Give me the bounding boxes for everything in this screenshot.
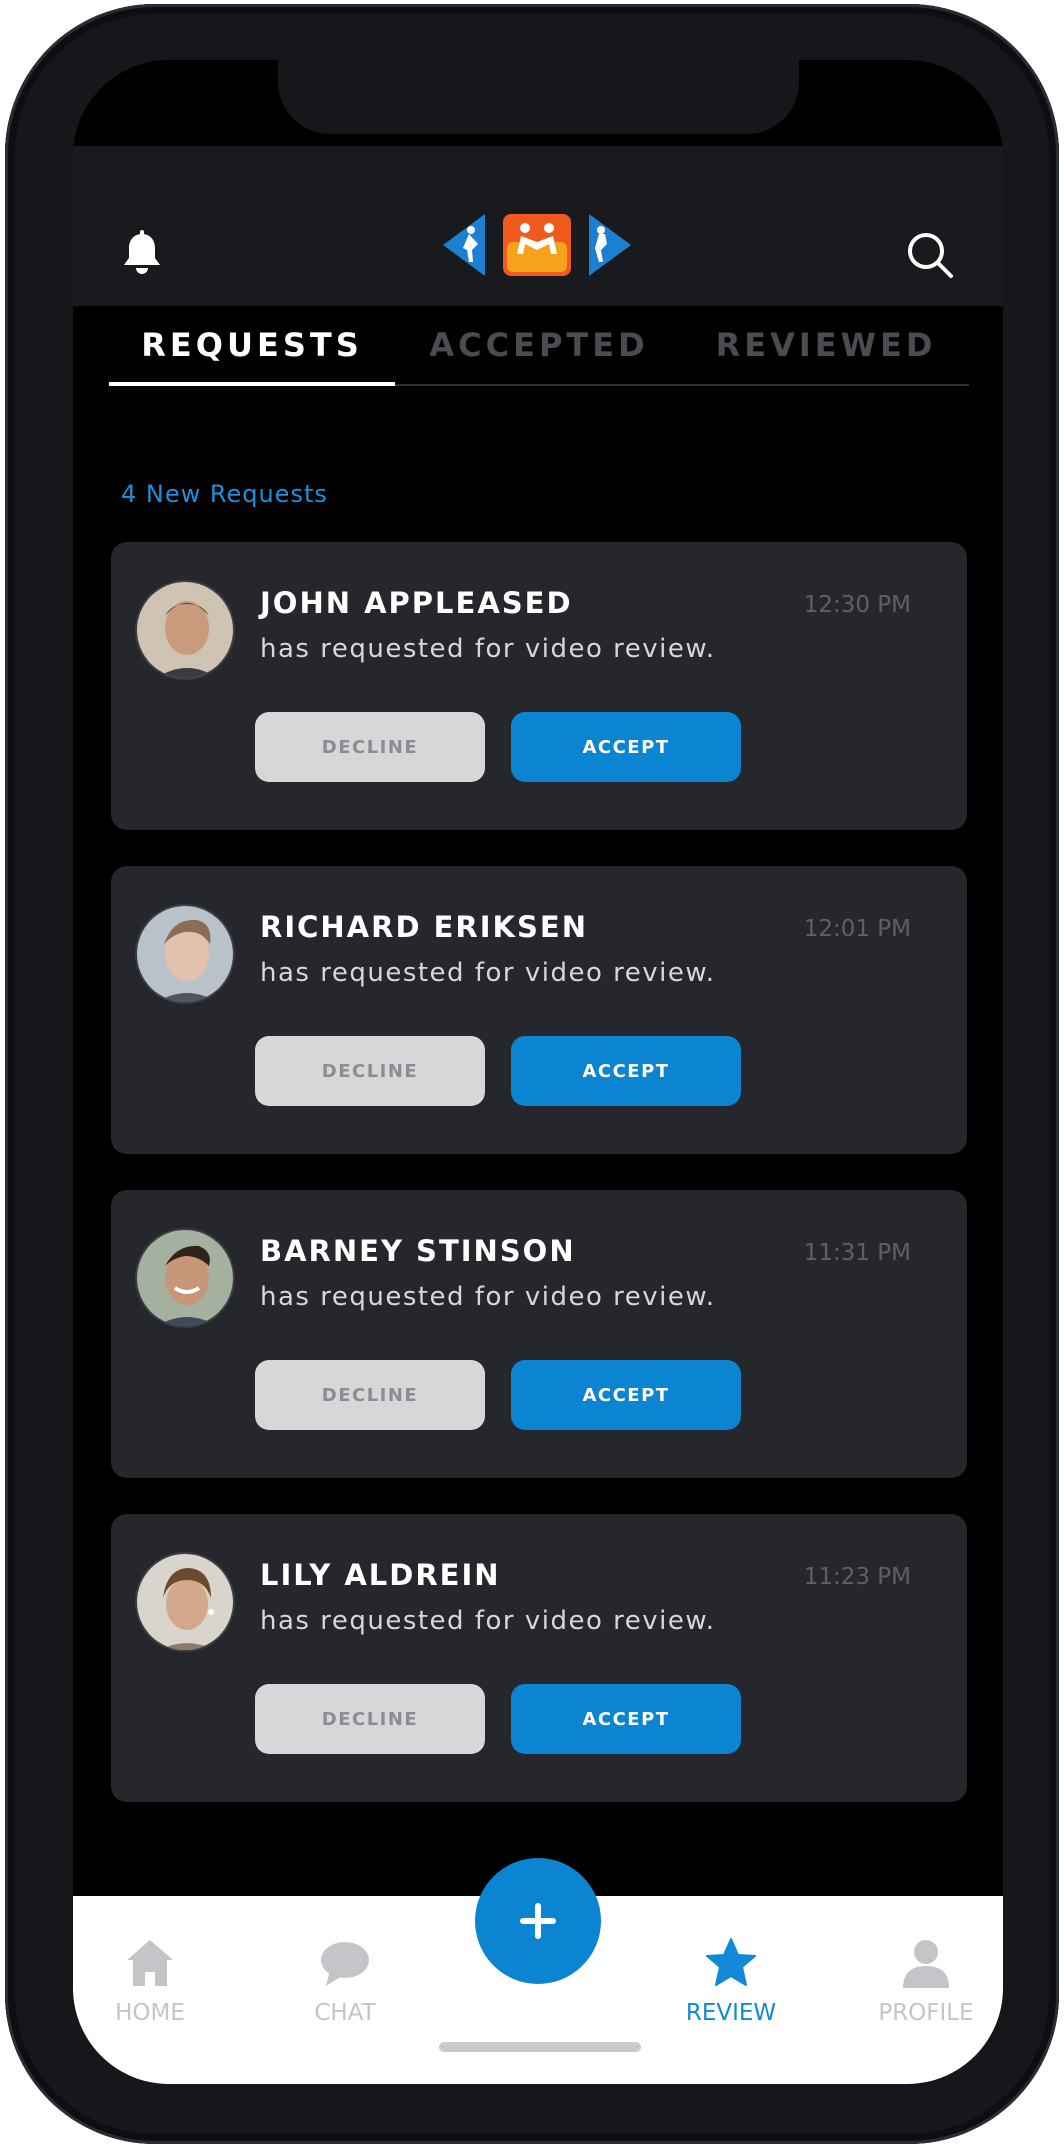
decline-button[interactable]: DECLINE bbox=[255, 712, 485, 782]
star-icon bbox=[706, 1938, 756, 1986]
request-card: JOHN APPLEASED has requested for video r… bbox=[111, 542, 967, 830]
accept-button[interactable]: ACCEPT bbox=[511, 1360, 741, 1430]
decline-button[interactable]: DECLINE bbox=[255, 1360, 485, 1430]
request-time: 12:30 PM bbox=[803, 592, 911, 618]
request-message: has requested for video review. bbox=[260, 1606, 716, 1636]
add-button[interactable] bbox=[475, 1858, 601, 1984]
accept-button[interactable]: ACCEPT bbox=[511, 1684, 741, 1754]
tab-accepted[interactable]: ACCEPTED bbox=[396, 306, 682, 384]
request-message: has requested for video review. bbox=[260, 1282, 716, 1312]
request-message: has requested for video review. bbox=[260, 958, 716, 988]
request-time: 12:01 PM bbox=[803, 916, 911, 942]
request-time: 11:23 PM bbox=[803, 1564, 911, 1590]
nav-profile[interactable]: PROFILE bbox=[851, 1936, 1001, 2026]
home-icon bbox=[127, 1940, 173, 1986]
request-card: RICHARD ERIKSEN has requested for video … bbox=[111, 866, 967, 1154]
nav-chat-label: CHAT bbox=[314, 2000, 376, 2026]
request-time: 11:31 PM bbox=[803, 1240, 911, 1266]
new-requests-count: 4 New Requests bbox=[121, 480, 328, 508]
requester-name: BARNEY STINSON bbox=[260, 1234, 576, 1268]
requester-name: JOHN APPLEASED bbox=[260, 586, 573, 620]
nav-home[interactable]: HOME bbox=[75, 1936, 225, 2026]
profile-icon bbox=[903, 1940, 949, 1988]
tab-bar: REQUESTS ACCEPTED REVIEWED bbox=[109, 306, 969, 386]
accept-button[interactable]: ACCEPT bbox=[511, 1036, 741, 1106]
requester-name: RICHARD ERIKSEN bbox=[260, 910, 588, 944]
avatar bbox=[135, 1228, 235, 1328]
plus-icon bbox=[520, 1903, 556, 1939]
tab-requests[interactable]: REQUESTS bbox=[109, 306, 395, 384]
nav-review[interactable]: REVIEW bbox=[656, 1936, 806, 2026]
avatar bbox=[135, 1552, 235, 1652]
nav-profile-label: PROFILE bbox=[878, 2000, 974, 2026]
active-tab-indicator bbox=[109, 382, 395, 386]
phone-frame: REQUESTS ACCEPTED REVIEWED 4 New Request… bbox=[5, 4, 1059, 2144]
request-card: LILY ALDREIN has requested for video rev… bbox=[111, 1514, 967, 1802]
bell-icon[interactable] bbox=[121, 230, 163, 278]
app-header bbox=[73, 146, 1003, 306]
app-screen: REQUESTS ACCEPTED REVIEWED 4 New Request… bbox=[73, 60, 1003, 2084]
tab-reviewed[interactable]: REVIEWED bbox=[683, 306, 969, 384]
requester-name: LILY ALDREIN bbox=[260, 1558, 501, 1592]
decline-button[interactable]: DECLINE bbox=[255, 1684, 485, 1754]
nav-review-label: REVIEW bbox=[685, 2000, 777, 2026]
request-card: BARNEY STINSON has requested for video r… bbox=[111, 1190, 967, 1478]
avatar bbox=[135, 580, 235, 680]
search-icon[interactable] bbox=[905, 230, 955, 280]
decline-button[interactable]: DECLINE bbox=[255, 1036, 485, 1106]
sports-logo bbox=[443, 214, 631, 276]
home-indicator[interactable] bbox=[439, 2042, 641, 2052]
chat-icon bbox=[321, 1942, 369, 1986]
accept-button[interactable]: ACCEPT bbox=[511, 712, 741, 782]
avatar bbox=[135, 904, 235, 1004]
nav-home-label: HOME bbox=[115, 2000, 185, 2026]
device-notch bbox=[278, 60, 799, 134]
nav-chat[interactable]: CHAT bbox=[270, 1936, 420, 2026]
request-message: has requested for video review. bbox=[260, 634, 716, 664]
